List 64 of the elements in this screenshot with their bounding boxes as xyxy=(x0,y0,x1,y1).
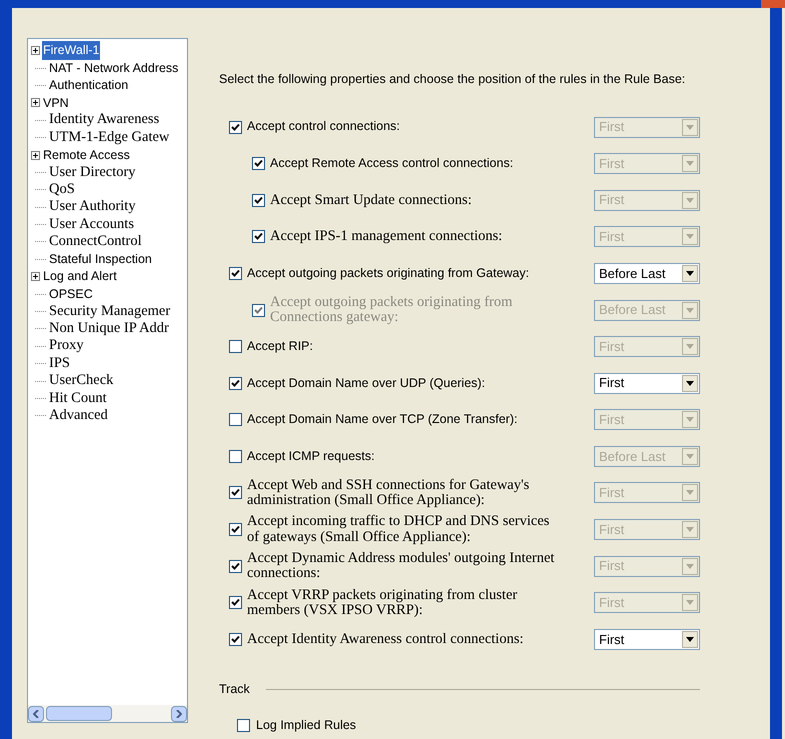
expand-icon[interactable] xyxy=(31,272,40,282)
rule-label: Accept ICMP requests: xyxy=(247,450,376,463)
caret-icon xyxy=(682,228,698,246)
tree-item[interactable]: NAT - Network Address xyxy=(48,58,180,78)
caret-icon xyxy=(682,192,698,209)
caret-icon xyxy=(682,118,698,136)
tree-item[interactable]: Authentication xyxy=(48,76,130,95)
rule-label: Accept outgoing packets originating from Gateway: xyxy=(247,266,530,280)
horizontal-scrollbar[interactable] xyxy=(28,705,187,722)
tree-item[interactable]: Log and Alert xyxy=(42,267,118,286)
rule-label: Accept Identity Awareness control connections: xyxy=(247,632,524,647)
caret-icon xyxy=(682,155,698,172)
checkbox[interactable] xyxy=(229,266,242,280)
tree-item[interactable]: FireWall-1 xyxy=(42,41,100,60)
checkbox[interactable] xyxy=(252,230,265,244)
caret-icon xyxy=(682,338,698,356)
intro-text: Select the following properties and choose the position of the rules in the Rule Base: xyxy=(219,71,686,88)
rule-label: Accept IPS-1 management connections: xyxy=(270,229,504,244)
rule-label: Accept RIP: xyxy=(247,340,314,354)
rule-label: Accept Dynamic Address modules' outgoing Internet connections: xyxy=(247,550,556,582)
rule-label: Accept Remote Access control connections: xyxy=(270,157,514,170)
rule-label: Accept VRRP packets originating from cluster members (VSX IPSO VRRP): xyxy=(247,588,518,618)
caret-icon xyxy=(682,630,698,648)
checkbox[interactable] xyxy=(229,596,242,610)
caret-icon xyxy=(682,302,698,319)
scroll-right-button[interactable] xyxy=(171,706,187,722)
checkbox[interactable] xyxy=(252,157,265,170)
caret-icon xyxy=(682,411,698,428)
rule-label: Accept control connections: xyxy=(247,120,401,134)
expand-icon[interactable] xyxy=(31,150,40,160)
scroll-thumb[interactable] xyxy=(46,706,112,721)
checkbox-label: Log Implied Rules xyxy=(256,717,356,734)
caret-icon xyxy=(682,448,698,465)
rule-label: Accept outgoing packets originating from Connections gateway: xyxy=(270,294,514,326)
caret-icon xyxy=(682,594,698,612)
checkbox[interactable] xyxy=(229,632,242,646)
rule-label: Accept incoming traffic to DHCP and DNS services of gateways (Small Office Appliance): xyxy=(247,514,550,545)
position-dropdown[interactable]: First xyxy=(594,628,700,650)
position-dropdown[interactable]: Before Last xyxy=(594,262,700,284)
caret-icon xyxy=(682,558,698,575)
checkbox[interactable] xyxy=(229,120,242,134)
checkbox[interactable] xyxy=(229,450,242,463)
checkbox[interactable] xyxy=(252,194,265,207)
caret-icon xyxy=(682,264,698,282)
position-dropdown[interactable]: First xyxy=(594,372,700,394)
track-heading: Track xyxy=(219,680,250,698)
caret-icon xyxy=(682,374,698,392)
checkbox[interactable] xyxy=(229,376,242,390)
rule-label: Accept Domain Name over UDP (Queries): xyxy=(247,376,486,390)
checkbox[interactable] xyxy=(229,560,242,573)
caret-icon xyxy=(682,521,698,538)
caret-icon xyxy=(682,484,698,502)
rule-label: Accept Smart Update connections: xyxy=(270,192,473,208)
checkbox[interactable] xyxy=(229,413,242,426)
checkbox[interactable] xyxy=(237,719,250,732)
rule-label: Accept Web and SSH connections for Gateway's administration (Small Office Appliance): xyxy=(247,478,530,508)
expand-icon[interactable] xyxy=(31,98,40,108)
checkbox[interactable] xyxy=(229,523,242,536)
tree-item[interactable]: Stateful Inspection xyxy=(48,250,153,269)
rule-label: Accept Domain Name over TCP (Zone Transfer): xyxy=(247,413,518,426)
expand-icon[interactable] xyxy=(31,46,40,56)
checkbox[interactable] xyxy=(229,340,242,354)
scroll-left-button[interactable] xyxy=(28,706,44,722)
checkbox[interactable] xyxy=(229,486,242,500)
